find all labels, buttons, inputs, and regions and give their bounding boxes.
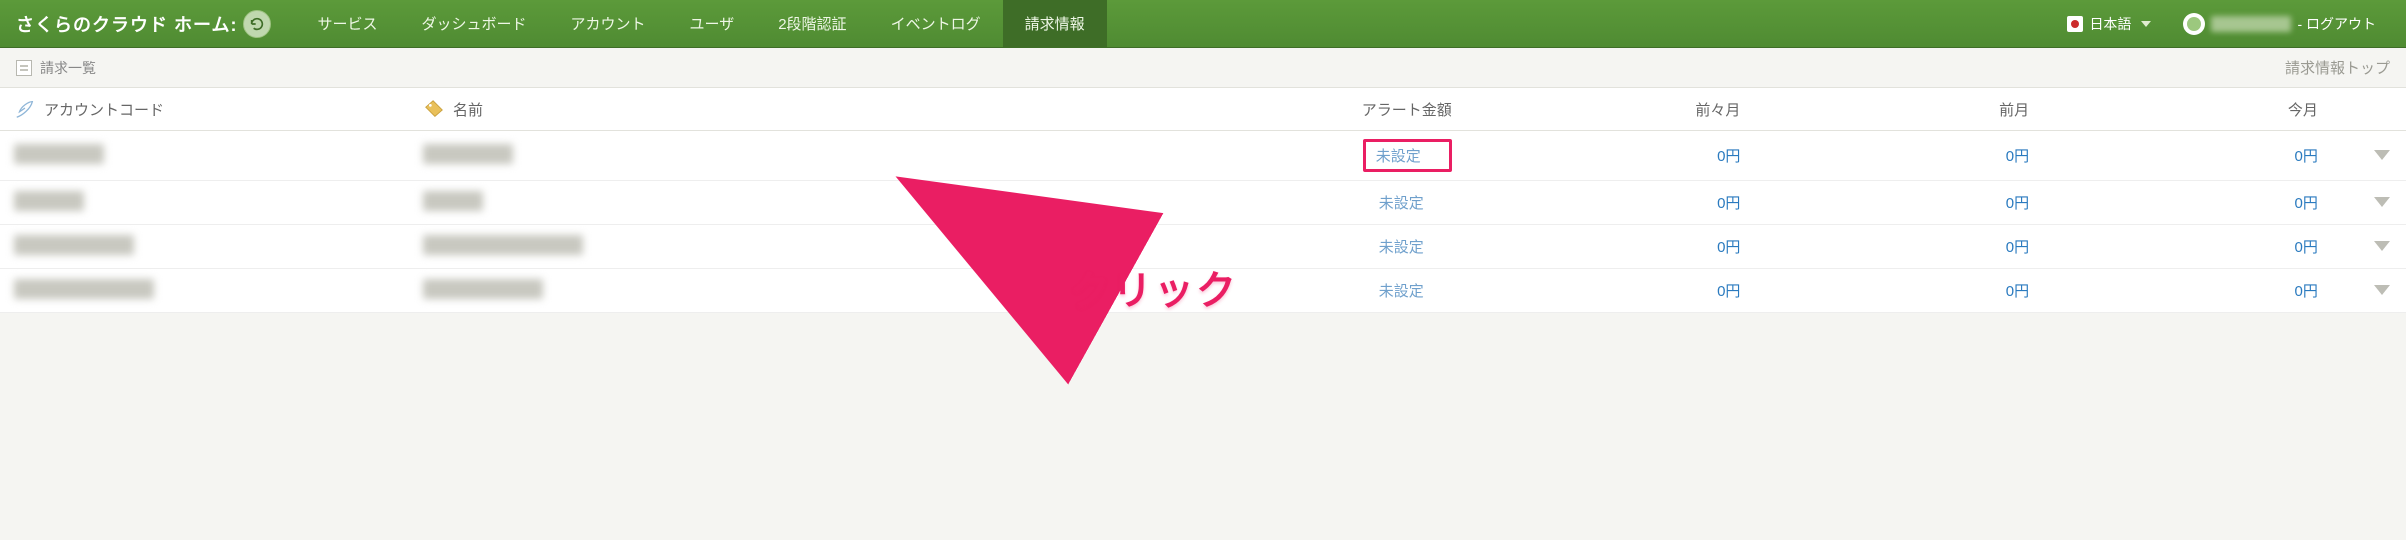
cell-alert-amount: 未設定 [1131,181,1492,225]
amount-link[interactable]: 0円 [2295,239,2318,256]
redacted-text [14,144,104,164]
cell-expand [2358,181,2406,225]
cell-m0: 0円 [2069,131,2358,181]
list-icon [16,60,32,76]
user-name-redacted [2211,16,2291,32]
jp-flag-icon [2067,16,2083,32]
subbar-left: 請求一覧 [16,58,96,78]
cell-m1: 0円 [1780,269,2069,313]
billing-top-link[interactable]: 請求情報トップ [2285,57,2390,78]
amount-link[interactable]: 0円 [2295,283,2318,300]
amount-link[interactable]: 0円 [2006,283,2029,300]
logout-label: - ログアウト [2297,14,2376,34]
annotation-text: クリック [1070,258,1238,316]
cell-name [409,181,1131,225]
table-header-row: アカウントコード 名前 アラート金額 前々月 前月 今月 [0,88,2406,131]
cell-name [409,131,1131,181]
avatar-icon [2183,13,2205,35]
amount-link[interactable]: 0円 [2006,148,2029,165]
cell-alert-amount: 未設定 [1131,131,1492,181]
cell-m2: 0円 [1492,269,1781,313]
amount-link[interactable]: 0円 [1717,283,1740,300]
sub-bar: 請求一覧 請求情報トップ [0,48,2406,88]
brand-title: さくらのクラウド ホーム: [16,11,237,37]
redacted-text [14,279,154,299]
expand-toggle[interactable] [2374,241,2390,251]
amount-link[interactable]: 0円 [1717,195,1740,212]
amount-link[interactable]: 0円 [1717,148,1740,165]
amount-link[interactable]: 0円 [2006,239,2029,256]
col-month-before-last-label: 前々月 [1695,102,1740,119]
nav-item-service[interactable]: サービス [295,0,399,47]
cell-account-code [0,181,409,225]
cell-m0: 0円 [2069,181,2358,225]
amount-link[interactable]: 0円 [1717,239,1740,256]
cell-name [409,269,1131,313]
alert-amount-link[interactable]: 未設定 [1369,189,1452,216]
redacted-text [423,235,583,255]
alert-amount-link[interactable]: 未設定 [1369,277,1452,304]
cell-m0: 0円 [2069,225,2358,269]
nav-item-user[interactable]: ユーザ [668,0,757,47]
col-last-month[interactable]: 前月 [1780,88,2069,131]
redacted-text [14,235,134,255]
nav-item-account[interactable]: アカウント [549,0,668,47]
nav-item-billing[interactable]: 請求情報 [1003,0,1107,47]
language-selector[interactable]: 日本語 [2053,14,2165,34]
cell-account-code [0,131,409,181]
cell-m1: 0円 [1780,225,2069,269]
expand-toggle[interactable] [2374,197,2390,207]
cell-m1: 0円 [1780,181,2069,225]
cell-m2: 0円 [1492,181,1781,225]
refresh-icon [249,16,265,32]
alert-amount-link[interactable]: 未設定 [1369,233,1452,260]
feather-icon [14,98,36,120]
nav-item-mfa[interactable]: 2段階認証 [756,0,868,47]
cell-expand [2358,269,2406,313]
col-alert-amount-label: アラート金額 [1362,102,1452,119]
col-account-code[interactable]: アカウントコード [0,88,409,131]
language-label: 日本語 [2089,14,2131,34]
col-this-month[interactable]: 今月 [2069,88,2358,131]
main-nav: サービスダッシュボードアカウントユーザ2段階認証イベントログ請求情報 [295,0,1106,47]
col-name[interactable]: 名前 [409,88,1131,131]
cell-m0: 0円 [2069,269,2358,313]
amount-link[interactable]: 0円 [2295,195,2318,212]
redacted-text [14,191,84,211]
nav-item-eventlog[interactable]: イベントログ [869,0,1003,47]
nav-item-dashboard[interactable]: ダッシュボード [399,0,548,47]
cell-m2: 0円 [1492,225,1781,269]
chevron-down-icon [2141,21,2151,27]
cell-expand [2358,131,2406,181]
col-this-month-label: 今月 [2288,102,2318,119]
expand-toggle[interactable] [2374,285,2390,295]
redacted-text [423,144,513,164]
redacted-text [423,191,483,211]
col-account-code-label: アカウントコード [44,99,164,120]
redacted-text [423,279,543,299]
expand-toggle[interactable] [2374,150,2390,160]
cell-account-code [0,269,409,313]
amount-link[interactable]: 0円 [2295,148,2318,165]
cell-m2: 0円 [1492,131,1781,181]
user-menu[interactable]: - ログアウト [2169,13,2390,35]
cell-m1: 0円 [1780,131,2069,181]
table-row[interactable]: 未設定 0円 0円 0円 [0,131,2406,181]
col-month-before-last[interactable]: 前々月 [1492,88,1781,131]
amount-link[interactable]: 0円 [2006,195,2029,212]
col-alert-amount[interactable]: アラート金額 [1131,88,1492,131]
cell-account-code [0,225,409,269]
tag-icon [423,98,445,120]
top-header: さくらのクラウド ホーム: サービスダッシュボードアカウントユーザ2段階認証イベ… [0,0,2406,48]
cell-name [409,225,1131,269]
table-row[interactable]: 未設定 0円 0円 0円 [0,181,2406,225]
col-name-label: 名前 [453,99,483,120]
page-title: 請求一覧 [40,58,96,78]
col-last-month-label: 前月 [1999,102,2029,119]
alert-amount-link[interactable]: 未設定 [1363,139,1452,172]
cell-expand [2358,225,2406,269]
refresh-button[interactable] [243,10,271,38]
col-expand [2358,88,2406,131]
